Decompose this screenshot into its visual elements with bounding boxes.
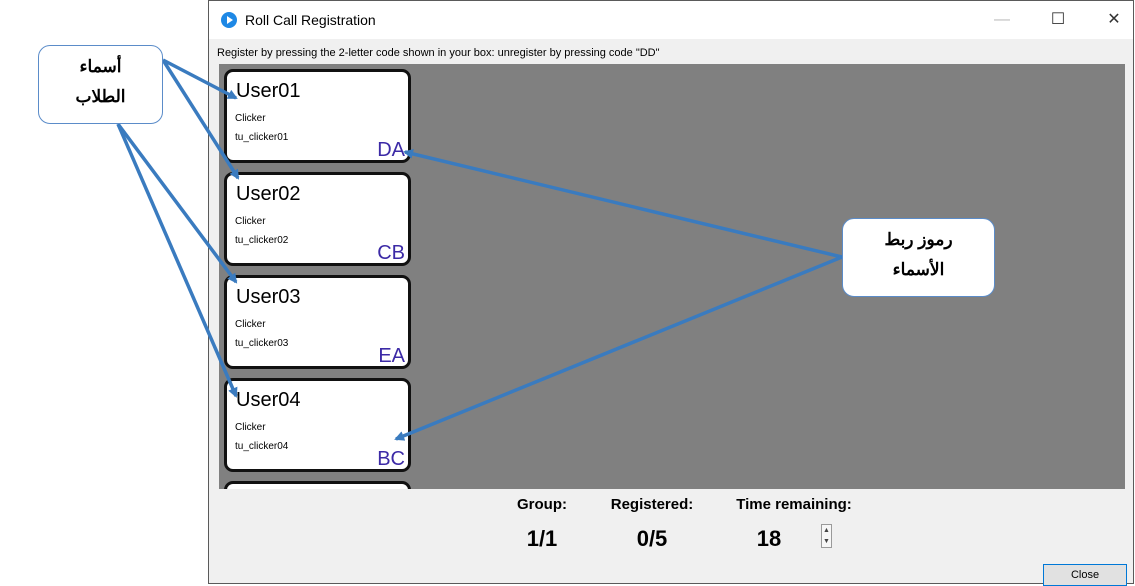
- codes-arrows: [394, 149, 843, 441]
- link-codes-callout: رموز ربط الأسماء: [842, 218, 995, 297]
- codes-callout-line2: الأسماء: [892, 260, 945, 279]
- arrow-to-code-bc: [394, 255, 843, 441]
- names-callout-line1: أسماء: [79, 57, 122, 76]
- student-names-callout: أسماء الطلاب: [38, 45, 163, 124]
- arrow-to-code-da: [403, 149, 843, 259]
- names-callout-line2: الطلاب: [75, 87, 126, 106]
- codes-callout-line1: رموز ربط: [884, 230, 953, 249]
